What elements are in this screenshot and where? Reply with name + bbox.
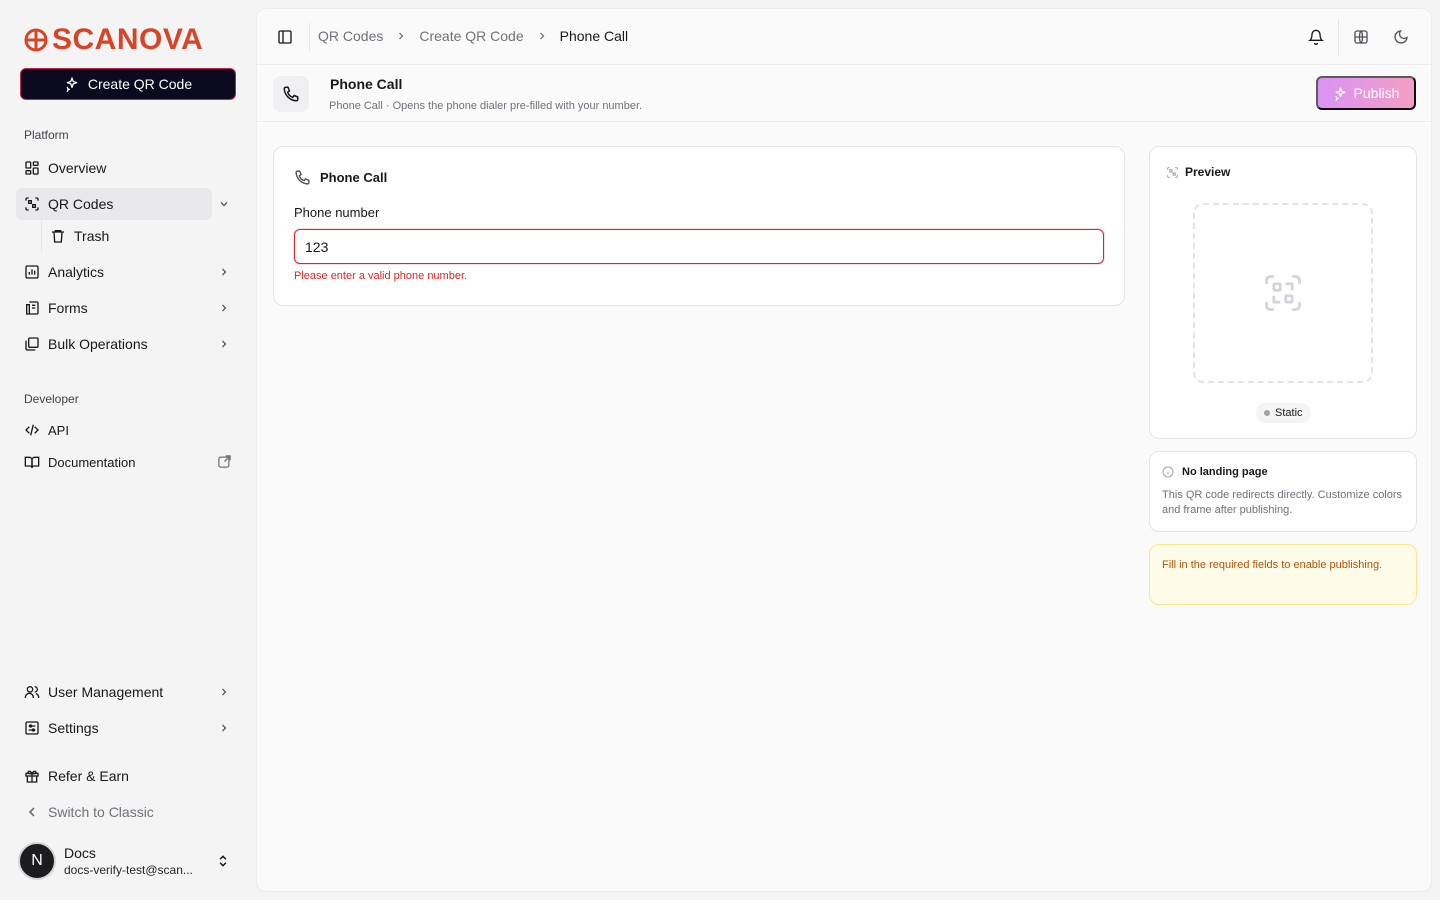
user-email: docs-verify-test@scan... — [64, 862, 193, 877]
chevron-right-icon — [399, 32, 404, 40]
chevron-down-icon[interactable] — [218, 198, 230, 210]
user-name: Docs — [64, 844, 96, 861]
landing-info-card: No landing page This QR code redirects d… — [1149, 451, 1417, 532]
warning-text: Fill in the required fields to enable pu… — [1162, 559, 1383, 571]
settings-panel-icon — [25, 721, 39, 735]
phone-number-input[interactable] — [294, 229, 1104, 264]
phone-number-label: Phone number — [294, 205, 380, 220]
breadcrumb-create-qr-code[interactable]: Create QR Code — [419, 28, 523, 44]
brand-logo[interactable]: SCANOVA — [24, 25, 203, 55]
sidebar-item-api[interactable]: API — [16, 414, 240, 446]
page-subtitle: Phone Call · Opens the phone dialer pre-… — [329, 100, 643, 112]
breadcrumb-current: Phone Call — [559, 28, 629, 44]
qr-preview-placeholder — [1193, 203, 1373, 383]
phone-icon — [283, 86, 299, 102]
sidebar-item-label: Analytics — [48, 264, 105, 280]
sidebar-toggle-icon[interactable] — [277, 29, 293, 45]
preview-title: Preview — [1185, 165, 1231, 179]
external-link-icon — [218, 455, 231, 468]
sparkles-icon — [1335, 86, 1346, 101]
create-qr-code-label: Create QR Code — [87, 76, 193, 92]
chart-icon — [25, 265, 39, 279]
sidebar-item-switch-classic[interactable]: Switch to Classic — [16, 796, 240, 828]
status-badge: Static — [1256, 403, 1311, 423]
sidebar-item-label: User Management — [48, 684, 164, 700]
preview-card: Preview Static — [1149, 146, 1417, 439]
chevron-right-icon — [222, 688, 227, 696]
qr-scan-icon — [25, 197, 39, 211]
sidebar-item-label: Documentation — [48, 454, 136, 470]
sidebar-item-analytics[interactable]: Analytics — [16, 256, 240, 288]
sidebar-item-settings[interactable]: Settings — [16, 712, 240, 744]
form-title: Phone Call — [320, 170, 388, 185]
bell-icon[interactable] — [1308, 29, 1324, 45]
sidebar-item-label: Switch to Classic — [48, 804, 154, 820]
sidebar-item-label: Trash — [74, 228, 110, 244]
phone-number-error: Please enter a valid phone number. — [294, 270, 468, 282]
main-panel: QR Codes Create QR Code Phone Call Phone… — [256, 8, 1432, 892]
breadcrumb: QR Codes Create QR Code Phone Call — [318, 28, 628, 44]
breadcrumb-qr-codes[interactable]: QR Codes — [318, 28, 383, 44]
page-title: Phone Call — [330, 76, 403, 92]
chevrons-up-down-icon — [219, 855, 227, 867]
create-qr-code-button[interactable]: Create QR Code — [20, 68, 236, 100]
divider — [309, 23, 310, 51]
sidebar-item-label: Bulk Operations — [48, 336, 148, 352]
sidebar-item-label: Refer & Earn — [48, 768, 129, 784]
phone-call-form: Phone Call Phone number Please enter a v… — [273, 146, 1125, 306]
chevron-right-icon — [539, 32, 545, 40]
sidebar-item-label: Overview — [48, 160, 107, 176]
phone-icon — [295, 170, 310, 185]
landing-text: This QR code redirects directly. Customi… — [1162, 489, 1403, 516]
avatar: N — [18, 842, 56, 880]
code-icon — [25, 424, 39, 436]
status-dot — [1264, 410, 1270, 416]
sidebar-item-label: Settings — [48, 720, 99, 736]
sidebar-item-forms[interactable]: Forms — [16, 292, 240, 324]
sparkles-icon — [66, 77, 78, 92]
sidebar: SCANOVA Create QR Code Platform Overview… — [0, 0, 256, 900]
gift-icon — [25, 770, 39, 783]
chevron-right-icon — [222, 724, 227, 732]
sidebar-item-label: QR Codes — [48, 196, 114, 212]
users-icon — [24, 686, 40, 698]
publish-label: Publish — [1353, 85, 1400, 101]
landing-title: No landing page — [1182, 466, 1268, 478]
layers-icon — [25, 337, 39, 351]
header-icon-box — [273, 76, 309, 112]
sidebar-item-refer-earn[interactable]: Refer & Earn — [16, 760, 240, 792]
user-menu[interactable]: N Docs docs-verify-test@scan... — [18, 841, 240, 881]
sidebar-item-bulk-operations[interactable]: Bulk Operations — [16, 328, 240, 360]
chevron-left-icon — [28, 807, 35, 817]
sidebar-item-documentation[interactable]: Documentation — [16, 446, 240, 478]
page-header: Phone Call Phone Call · Opens the phone … — [257, 65, 1431, 122]
logo-mark-icon — [24, 28, 48, 52]
top-bar: QR Codes Create QR Code Phone Call — [257, 9, 1431, 65]
qr-scan-icon — [1167, 166, 1178, 178]
language-icon[interactable] — [1353, 29, 1369, 45]
publish-button[interactable]: Publish — [1316, 76, 1416, 110]
section-label-platform: Platform — [24, 128, 69, 142]
sidebar-item-overview[interactable]: Overview — [16, 152, 240, 184]
form-icon — [26, 301, 39, 315]
section-label-developer: Developer — [24, 392, 79, 406]
sidebar-item-label: Forms — [48, 300, 88, 316]
chevron-right-icon — [222, 304, 227, 312]
moon-icon[interactable] — [1393, 29, 1409, 45]
sidebar-item-label: API — [48, 422, 69, 438]
status-badge-label: Static — [1275, 407, 1303, 419]
divider — [1338, 19, 1339, 55]
sidebar-item-qr-codes[interactable]: QR Codes — [16, 188, 228, 220]
publish-warning: Fill in the required fields to enable pu… — [1149, 544, 1417, 605]
info-icon — [1162, 466, 1174, 478]
trash-icon — [52, 230, 64, 243]
qr-placeholder-icon — [1265, 275, 1301, 311]
book-icon — [24, 456, 40, 469]
dashboard-icon — [25, 161, 39, 175]
sidebar-item-user-management[interactable]: User Management — [16, 676, 240, 708]
chevron-right-icon — [222, 268, 227, 276]
chevron-right-icon — [222, 340, 227, 348]
sidebar-item-trash[interactable]: Trash — [41, 220, 211, 252]
brand-name: SCANOVA — [52, 23, 204, 56]
